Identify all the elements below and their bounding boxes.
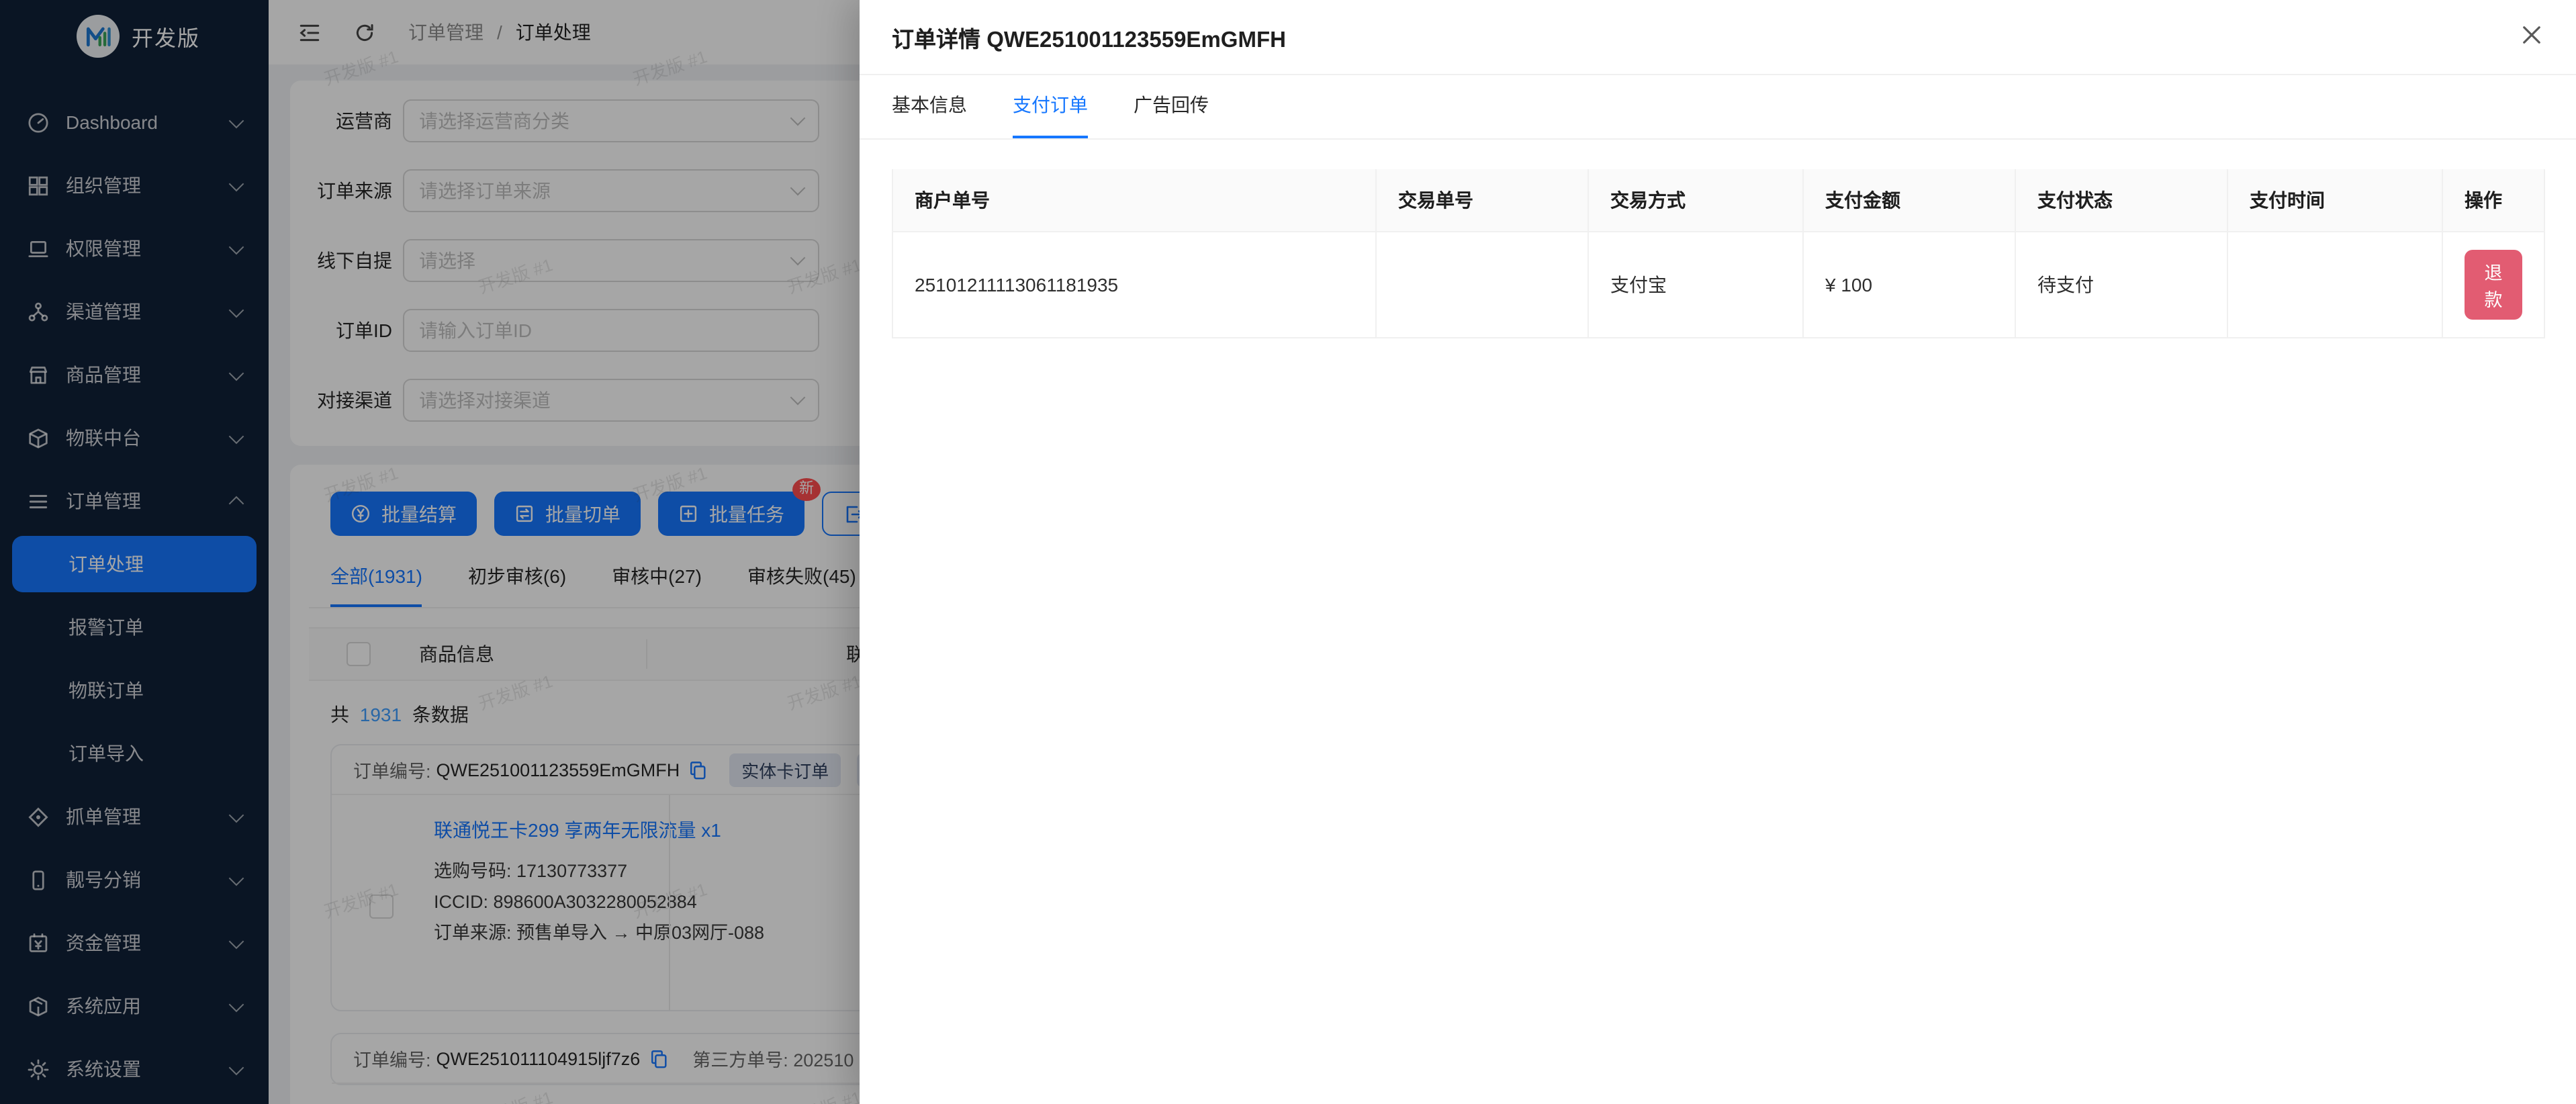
tab-pay-order[interactable]: 支付订单 bbox=[1013, 75, 1088, 138]
drawer-tabs: 基本信息 支付订单 广告回传 bbox=[860, 75, 2576, 140]
drawer-title: 订单详情 QWE251001123559EmGMFH bbox=[892, 21, 1286, 53]
drawer-title-prefix: 订单详情 bbox=[892, 28, 980, 52]
col-status: 支付状态 bbox=[2015, 169, 2227, 232]
drawer-header: 订单详情 QWE251001123559EmGMFH bbox=[860, 0, 2576, 75]
drawer-title-order-no: QWE251001123559EmGMFH bbox=[986, 28, 1286, 52]
col-action: 操作 bbox=[2442, 169, 2544, 232]
method-cell: 支付宝 bbox=[1588, 232, 1803, 338]
refund-button[interactable]: 退款 bbox=[2465, 250, 2522, 320]
merchant-no-cell: 25101211113061181935 bbox=[892, 232, 1376, 338]
time-cell bbox=[2227, 232, 2442, 338]
action-cell: 退款 bbox=[2442, 232, 2544, 338]
col-merchant-no: 商户单号 bbox=[892, 169, 1376, 232]
pay-table-row: 25101211113061181935 支付宝 ¥ 100 待支付 退款 bbox=[892, 232, 2544, 338]
order-detail-drawer: 订单详情 QWE251001123559EmGMFH 基本信息 支付订单 广告回… bbox=[860, 0, 2576, 1104]
tab-ad-callback[interactable]: 广告回传 bbox=[1134, 75, 1209, 138]
close-icon[interactable] bbox=[2520, 23, 2544, 47]
col-time: 支付时间 bbox=[2227, 169, 2442, 232]
col-method: 交易方式 bbox=[1588, 169, 1803, 232]
amount-cell: ¥ 100 bbox=[1803, 232, 2015, 338]
pay-table-header-row: 商户单号 交易单号 交易方式 支付金额 支付状态 支付时间 操作 bbox=[892, 169, 2544, 232]
col-trade-no: 交易单号 bbox=[1376, 169, 1588, 232]
status-cell: 待支付 bbox=[2015, 232, 2227, 338]
trade-no-cell bbox=[1376, 232, 1588, 338]
pay-order-table: 商户单号 交易单号 交易方式 支付金额 支付状态 支付时间 操作 2510121… bbox=[892, 169, 2545, 338]
col-amount: 支付金额 bbox=[1803, 169, 2015, 232]
tab-basic-info[interactable]: 基本信息 bbox=[892, 75, 967, 138]
app-root: 开发版 Dashboard 组织管理 权限管理 渠道管理 bbox=[0, 0, 2576, 1104]
pay-order-table-wrap: 商户单号 交易单号 交易方式 支付金额 支付状态 支付时间 操作 2510121… bbox=[892, 169, 2544, 338]
